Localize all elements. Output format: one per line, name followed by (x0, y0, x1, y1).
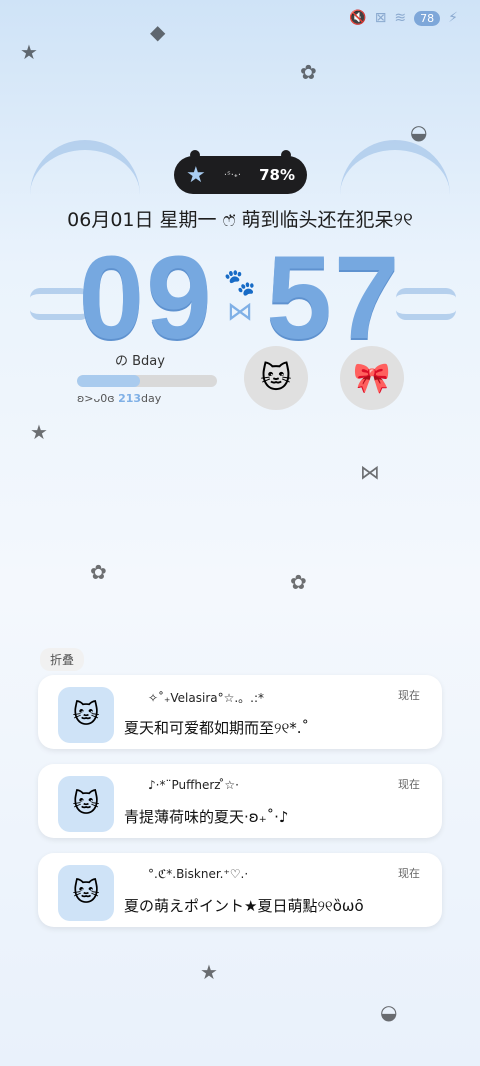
bday-unit: day (141, 392, 162, 405)
mute-icon: 🔇 (349, 10, 367, 26)
clock-separator-icon: 🐾 ⋈ (223, 268, 257, 327)
star-sticker-icon: ★ (30, 420, 48, 444)
wifi-icon: ≋ (394, 10, 407, 26)
clock-minute: 57 (266, 232, 402, 364)
ear-decoration (340, 140, 450, 210)
flower-sticker-icon: ✿ (290, 570, 307, 594)
notification-message: 夏の萌えポイント★夏日萌點୨୧ȍωȏ (124, 897, 364, 915)
cat-icon: 🐱 (72, 878, 100, 908)
notification-sender: ✧˚₊Velasira°☆.。.:* (148, 691, 265, 705)
star-icon: ★ (186, 162, 206, 188)
notification-time: 现在 (398, 778, 420, 791)
clock-hour: 09 (78, 232, 214, 364)
pill-dots: ·ˢ·˖· (223, 169, 241, 181)
ear-decoration (30, 140, 140, 210)
bow-sticker-icon: ⋈ (360, 460, 380, 484)
notification-card[interactable]: 🐱 °.ℭ*.Biskner.⁺♡.· 夏の萌えポイント★夏日萌點୨୧ȍωȏ 现… (38, 853, 442, 927)
shell-sticker-icon: ◒ (410, 120, 428, 144)
notification-card[interactable]: 🐱 ✧˚₊Velasira°☆.。.:* 夏天和可爱都如期而至୨୧*.˚ 现在 (38, 675, 442, 749)
notification-sender: ♪·*¨Puffherz ̊☆· (148, 778, 239, 792)
clock: 09 🐾 ⋈ 57 (0, 230, 480, 366)
bow-shortcut-button[interactable]: 🎀 (340, 346, 404, 410)
battery-percent: 78% (259, 166, 295, 184)
notification-time: 现在 (398, 867, 420, 880)
notification-sender: °.ℭ*.Biskner.⁺♡.· (148, 867, 249, 881)
bday-count: ʚ>ᴗ0ɞ 213day (77, 392, 217, 405)
cat-icon: 🐱 (260, 360, 292, 396)
bday-progress-fill (77, 375, 140, 387)
bow-icon: 🎀 (353, 360, 391, 396)
notification-time: 现在 (398, 689, 420, 702)
star-sticker-icon: ★ (200, 960, 218, 984)
bday-progress (77, 375, 217, 387)
cat-icon: 🐱 (72, 789, 100, 819)
date-line: 06月01日 星期一 ෆ̈ 萌到临头还在犯呆୨୧ (67, 209, 413, 231)
notification-card[interactable]: 🐱 ♪·*¨Puffherz ̊☆· 青提薄荷味的夏天·ʚ₊˚·♪ 现在 (38, 764, 442, 838)
app-avatar: 🐱 (58, 687, 114, 743)
bday-prefix: ʚ>ᴗ0ɞ (77, 392, 115, 405)
fish-sticker-icon: ◆ (150, 20, 166, 44)
shell-sticker-icon: ◒ (380, 1000, 398, 1024)
battery-pill: ★ ·ˢ·˖· 78% (174, 150, 307, 194)
bday-title: の Bday (115, 354, 165, 369)
notification-message: 青提薄荷味的夏天·ʚ₊˚·♪ (124, 808, 289, 826)
app-avatar: 🐱 (58, 865, 114, 921)
notification-message: 夏天和可爱都如期而至୨୧*.˚ (124, 719, 310, 737)
bday-number: 213 (118, 392, 142, 405)
battery-badge: 78 (414, 10, 441, 26)
bday-widget[interactable]: の Bday ʚ>ᴗ0ɞ 213day (77, 350, 217, 405)
status-bar: 🔇 ⊠ ≋ 78 ⚡ (349, 10, 458, 26)
no-sim-icon: ⊠ (374, 10, 387, 26)
cat-icon: 🐱 (72, 700, 100, 730)
cat-shortcut-button[interactable]: 🐱 (244, 346, 308, 410)
flower-sticker-icon: ✿ (300, 60, 317, 84)
app-avatar: 🐱 (58, 776, 114, 832)
flower-sticker-icon: ✿ (90, 560, 107, 584)
star-sticker-icon: ★ (20, 40, 38, 64)
charging-icon: ⚡ (448, 10, 458, 26)
fold-button[interactable]: 折叠 (40, 648, 85, 671)
